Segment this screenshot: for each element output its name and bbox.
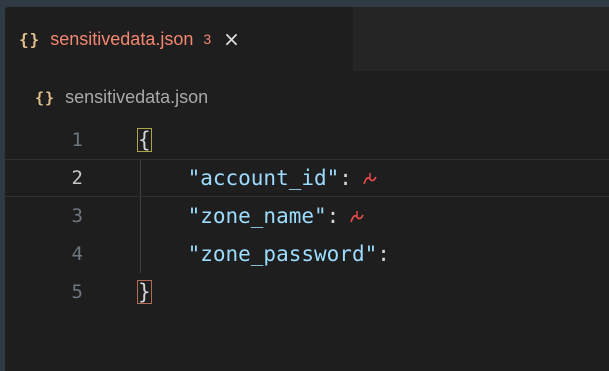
code-line[interactable]: 3 "zone_name": xyxy=(5,197,609,235)
json-key: "account_id" xyxy=(187,166,340,190)
json-key: "zone_name" xyxy=(187,204,327,228)
tab-bar: {} sensitivedata.json 3 × xyxy=(5,7,609,71)
close-brace: } xyxy=(137,280,152,304)
tab-filename: sensitivedata.json xyxy=(50,28,194,49)
tab-sensitivedata-json[interactable]: {} sensitivedata.json 3 × xyxy=(5,7,353,71)
editor-window: {} sensitivedata.json 3 × {} sensitiveda… xyxy=(5,7,609,371)
error-squiggle-icon[interactable] xyxy=(349,210,365,224)
colon: : xyxy=(326,204,340,228)
line-number: 2 xyxy=(71,167,83,189)
line-number: 3 xyxy=(71,205,83,227)
json-key: "zone_password" xyxy=(187,242,378,266)
breadcrumb-filename[interactable]: sensitivedata.json xyxy=(65,87,208,108)
json-file-icon: {} xyxy=(19,29,41,49)
line-number: 5 xyxy=(71,281,83,303)
json-file-icon: {} xyxy=(35,88,56,107)
open-brace: { xyxy=(137,128,152,152)
code-editor[interactable]: 1 { 2 "account_id": 3 "zone_name": 4 "zo… xyxy=(5,121,609,351)
problem-count-badge: 3 xyxy=(203,31,212,47)
code-line[interactable]: 5 } xyxy=(5,273,609,311)
line-number: 1 xyxy=(71,129,83,151)
colon: : xyxy=(377,242,390,266)
error-squiggle-icon[interactable] xyxy=(362,172,378,186)
code-line[interactable]: 1 { xyxy=(5,121,609,159)
breadcrumb[interactable]: {} sensitivedata.json xyxy=(35,87,208,108)
line-number: 4 xyxy=(71,243,83,265)
code-line[interactable]: 4 "zone_password": xyxy=(5,235,609,273)
close-icon[interactable]: × xyxy=(223,27,240,51)
code-line-active[interactable]: 2 "account_id": xyxy=(5,159,609,197)
colon: : xyxy=(339,166,352,190)
